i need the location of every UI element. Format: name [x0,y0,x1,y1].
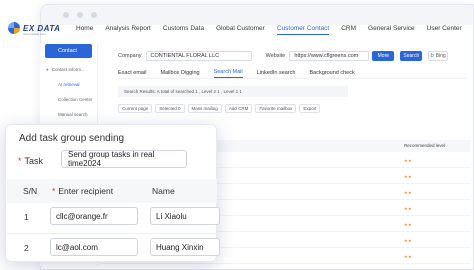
nav-home[interactable]: Home [76,24,93,35]
nav-customs-data[interactable]: Customs Data [163,24,204,35]
action-toolbar: Current page Selected 0 Mass mailing Add… [118,103,468,113]
title-bar [41,5,473,25]
window-dot [91,12,97,18]
recommended-level-stars: ★★ [404,238,413,243]
top-navigation: Home Analysis Report Customs Data Global… [76,24,474,35]
sidebar-item-ai-retrieval[interactable]: AI retrieval [40,77,97,92]
recommended-level-stars: ★★ [404,190,413,195]
selected-count: Selected 0 [155,103,185,113]
row-sn: 2 [24,243,29,253]
dialog-title: Add task group sending [19,133,125,144]
required-marker: * [18,156,22,166]
logo-subtitle: www.exdata.com [23,32,46,36]
website-input[interactable]: https://www.cflgreens.com [289,51,370,61]
export-button[interactable]: Export [299,103,321,113]
company-label: Company [118,53,142,59]
nav-user-center[interactable]: User Center [427,24,462,35]
nav-crm[interactable]: CRM [341,24,356,35]
company-input[interactable]: CONTIENTAL FLORAL LLC [145,51,252,61]
task-label: * Task [18,156,43,166]
favorite-mailbox-button[interactable]: Favorite mailbox [255,103,297,113]
search-row: Company CONTIENTAL FLORAL LLC Website ht… [118,50,468,62]
recommended-level-stars: ★★ [404,158,413,163]
website-label: Website [265,53,286,59]
add-task-group-dialog: Add task group sending * Task Send group … [5,124,220,262]
task-label-text: Task [24,156,44,166]
search-results-summary: Search Results: A total of searched 1 , … [118,86,348,97]
main-content: Company CONTIENTAL FLORAL LLC Website ht… [118,50,468,113]
row-sn: 1 [24,212,29,222]
bing-button[interactable]: b Bing [428,51,449,61]
recommended-level-stars: ★★ [404,222,413,227]
required-marker: * [52,186,56,196]
sidebar-item-collection-center[interactable]: Collection Center [40,92,97,107]
current-page-checkbox[interactable]: Current page [118,103,153,113]
recommended-level-header: Recommended level [404,143,446,148]
row-divider [7,233,217,234]
tab-search-mail[interactable]: Search Mail [213,68,243,78]
recommended-level-stars: ★★ [404,254,413,259]
more-button[interactable]: More [372,51,395,61]
window-dot [77,12,83,18]
logo-icon [8,22,20,34]
recipient-input[interactable]: cllc@orange.fr [50,207,138,225]
name-input[interactable]: Li Xiaolu [150,207,220,225]
sidebar-item-contact-information[interactable]: ● Contact inform... [40,62,97,77]
window-dot [63,12,69,18]
sidebar-item-label: AI retrieval [58,82,80,87]
sidebar-contact-label: Contact [58,48,77,54]
bing-icon: b [430,53,434,59]
recommended-level-stars: ★★ [404,206,413,211]
name-input[interactable]: Huang Xinxin [150,238,220,256]
column-recipient: * Enter recipient [52,181,113,201]
tab-exact-email[interactable]: Exact email [118,69,146,78]
sidebar-item-manual-search[interactable]: Manual search [40,107,97,122]
recipient-input[interactable]: lc@aol.com [50,238,138,256]
sidebar-item-contact[interactable]: Contact [45,44,92,58]
nav-analysis-report[interactable]: Analysis Report [105,24,151,35]
search-button[interactable]: Search [400,51,423,61]
column-recipient-text: Enter recipient [58,186,114,196]
bing-label: Bing [435,53,446,59]
column-sn: S/N [23,186,38,196]
nav-customer-contact[interactable]: Customer Contact [276,24,330,35]
sidebar-item-label: Contact inform... [51,67,85,72]
person-icon: ● [46,67,49,72]
nav-general-service[interactable]: General Service [368,24,415,35]
tab-background-check[interactable]: Background check [309,69,354,78]
task-input[interactable]: Send group tasks in real time2024 [61,150,187,168]
sidebar-item-label: Manual search [58,112,88,117]
search-tabs: Exact email Mailbox Digging Search Mail … [118,68,468,79]
nav-global-customer[interactable]: Global Customer [216,24,265,35]
sidebar-item-label: Collection Center [58,97,93,102]
logo[interactable]: EX DATA www.exdata.com [8,22,60,36]
tab-linkedin-search[interactable]: LinkedIn search [257,69,296,78]
recommended-level-stars: ★★ [404,174,413,179]
tab-mailbox-digging[interactable]: Mailbox Digging [160,69,199,78]
mass-mailing-button[interactable]: Mass mailing [187,103,222,113]
add-crm-button[interactable]: Add CRM [224,103,253,113]
results-text: Search Results: A total of searched 1 , … [124,89,242,94]
column-name: Name [152,186,175,196]
